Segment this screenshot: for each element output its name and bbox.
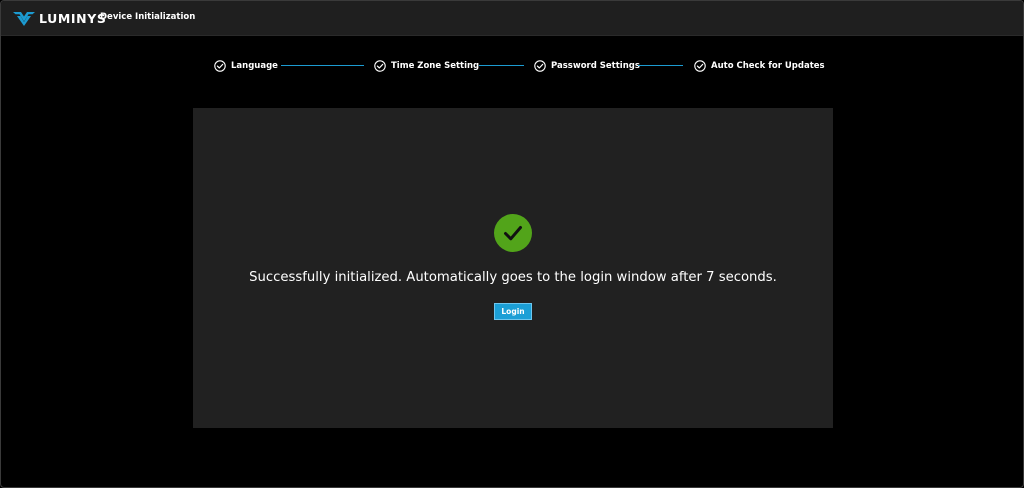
top-bar: LUMINYS Device Initialization [1, 1, 1023, 36]
step-label: Language [231, 61, 278, 71]
step-time-zone: Time Zone Setting [374, 57, 479, 75]
step-connector [479, 65, 524, 66]
check-circle-icon [534, 60, 546, 72]
step-label: Auto Check for Updates [711, 61, 825, 71]
step-connector [638, 65, 683, 66]
app-window: LUMINYS Device Initialization Language T… [0, 0, 1024, 488]
step-auto-update: Auto Check for Updates [694, 57, 825, 75]
luminys-logo-icon [13, 11, 35, 26]
logo: LUMINYS [13, 11, 106, 26]
check-circle-icon [694, 60, 706, 72]
step-label: Time Zone Setting [391, 61, 480, 71]
page-title: Device Initialization [100, 12, 196, 22]
result-panel [193, 108, 833, 428]
check-circle-icon [214, 60, 226, 72]
step-language: Language [214, 57, 278, 75]
success-check-icon [494, 214, 532, 252]
step-label: Password Settings [551, 61, 640, 71]
step-password: Password Settings [534, 57, 640, 75]
success-message: Successfully initialized. Automatically … [249, 270, 777, 285]
check-circle-icon [374, 60, 386, 72]
step-connector [281, 65, 364, 66]
login-button[interactable]: Login [494, 303, 532, 320]
wizard-steps: Language Time Zone Setting Password Sett… [1, 57, 1023, 75]
brand-name: LUMINYS [39, 11, 107, 26]
